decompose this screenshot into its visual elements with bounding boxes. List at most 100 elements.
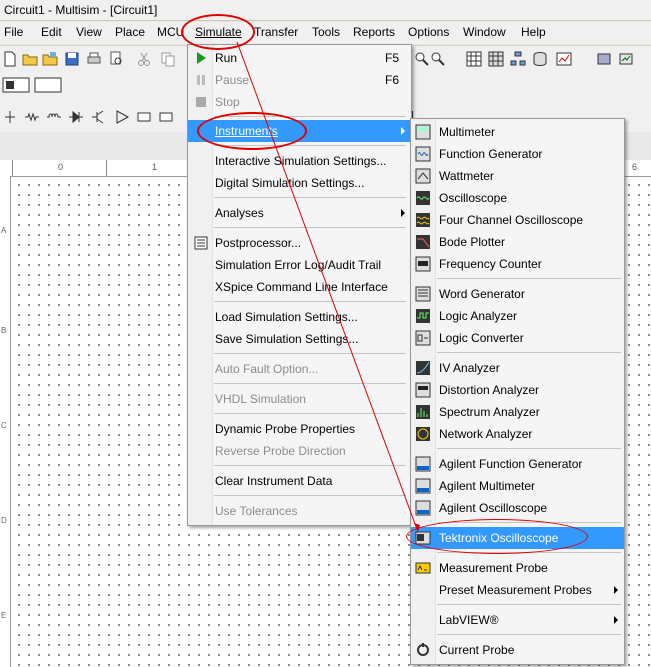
menu-item-function-generator[interactable]: Function Generator xyxy=(411,143,624,165)
separator xyxy=(214,227,406,228)
panel-toggle-icon[interactable] xyxy=(34,77,62,93)
menu-edit[interactable]: Edit xyxy=(41,25,62,39)
menu-item-vhdl[interactable]: VHDL Simulation xyxy=(188,388,411,410)
ruler-mark-1: 1 xyxy=(152,162,158,172)
menu-item-bode-plotter[interactable]: Bode Plotter xyxy=(411,231,624,253)
menu-item-error-log[interactable]: Simulation Error Log/Audit Trail xyxy=(188,254,411,276)
menu-item-logic-analyzer[interactable]: Logic Analyzer xyxy=(411,305,624,327)
save-icon[interactable] xyxy=(64,51,80,67)
open-folder-icon[interactable] xyxy=(22,51,38,67)
menu-reports[interactable]: Reports xyxy=(353,25,395,39)
print-icon[interactable] xyxy=(86,51,102,67)
menu-tools[interactable]: Tools xyxy=(312,25,340,39)
submenu-arrow-icon xyxy=(614,616,618,624)
separator xyxy=(214,197,406,198)
analog-icon[interactable] xyxy=(114,109,130,125)
separator xyxy=(437,352,621,353)
transistor-icon[interactable] xyxy=(90,109,106,125)
menu-item-spectrum-analyzer[interactable]: Spectrum Analyzer xyxy=(411,401,624,423)
menu-item-load-settings[interactable]: Load Simulation Settings... xyxy=(188,306,411,328)
component-icon[interactable] xyxy=(596,51,612,67)
resistor-icon[interactable] xyxy=(24,109,40,125)
ruler-mark-0: 0 xyxy=(58,162,64,172)
menu-item-current-probe[interactable]: Current Probe xyxy=(411,639,624,661)
menu-item-use-tolerances[interactable]: Use Tolerances xyxy=(188,500,411,522)
table-icon[interactable] xyxy=(488,51,504,67)
copy-icon[interactable] xyxy=(160,51,176,67)
cmos-icon[interactable] xyxy=(158,109,174,125)
component-toggle-icon[interactable] xyxy=(2,77,30,93)
menu-item-dynamic-probe[interactable]: Dynamic Probe Properties xyxy=(188,418,411,440)
menu-help[interactable]: Help xyxy=(521,25,546,39)
inductor-icon[interactable] xyxy=(46,109,62,125)
annotation-ellipse-instruments xyxy=(197,112,307,150)
annotation-ellipse-simulate xyxy=(181,14,255,50)
menu-item-four-channel[interactable]: Four Channel Oscilloscope xyxy=(411,209,624,231)
submenu-arrow-icon xyxy=(614,586,618,594)
grid-icon[interactable] xyxy=(466,51,482,67)
vruler-mark-b: B xyxy=(1,326,7,335)
instruments-submenu: Multimeter Function Generator Wattmeter … xyxy=(410,118,625,665)
menu-item-measurement-probe[interactable]: Measurement Probe xyxy=(411,557,624,579)
menu-item-logic-converter[interactable]: Logic Converter xyxy=(411,327,624,349)
menu-item-save-settings[interactable]: Save Simulation Settings... xyxy=(188,328,411,350)
menu-item-interactive-settings[interactable]: Interactive Simulation Settings... xyxy=(188,150,411,172)
open-design-icon[interactable] xyxy=(42,51,58,67)
menu-transfer[interactable]: Transfer xyxy=(254,25,298,39)
hierarchy-icon[interactable] xyxy=(510,51,526,67)
menu-item-distortion-analyzer[interactable]: Distortion Analyzer xyxy=(411,379,624,401)
menu-item-reverse-probe[interactable]: Reverse Probe Direction xyxy=(188,440,411,462)
menu-item-word-generator[interactable]: Word Generator xyxy=(411,283,624,305)
menu-item-analyses[interactable]: Analyses xyxy=(188,202,411,224)
frequency-counter-icon xyxy=(415,256,431,272)
run-icon xyxy=(197,52,206,64)
menu-item-pause[interactable]: Pause F6 xyxy=(188,69,411,91)
menu-item-multimeter[interactable]: Multimeter xyxy=(411,121,624,143)
new-file-icon[interactable] xyxy=(2,51,18,67)
menu-item-run[interactable]: Run F5 xyxy=(188,47,411,69)
menu-item-labview[interactable]: LabVIEW® xyxy=(411,609,624,631)
menu-options[interactable]: Options xyxy=(408,25,449,39)
menu-item-agilent-multimeter[interactable]: Agilent Multimeter xyxy=(411,475,624,497)
menu-item-xspice[interactable]: XSpice Command Line Interface xyxy=(188,276,411,298)
separator xyxy=(214,383,406,384)
menu-item-stop[interactable]: Stop xyxy=(188,91,411,113)
cut-icon[interactable] xyxy=(136,51,152,67)
menu-item-preset-probes[interactable]: Preset Measurement Probes xyxy=(411,579,624,601)
menu-item-frequency-counter[interactable]: Frequency Counter xyxy=(411,253,624,275)
annotation-ellipse-tektronix xyxy=(406,519,588,554)
separator xyxy=(214,353,406,354)
menu-item-clear-instrument[interactable]: Clear Instrument Data xyxy=(188,470,411,492)
menu-item-iv-analyzer[interactable]: IV Analyzer xyxy=(411,357,624,379)
distortion-analyzer-icon xyxy=(415,382,431,398)
oscilloscope-icon xyxy=(416,191,430,205)
menu-place[interactable]: Place xyxy=(115,25,145,39)
zoom-fit-icon[interactable] xyxy=(430,51,446,67)
agilent-multimeter-icon xyxy=(415,478,431,494)
submenu-arrow-icon xyxy=(401,209,405,217)
print-preview-icon[interactable] xyxy=(108,51,124,67)
ttl-icon[interactable] xyxy=(136,109,152,125)
menu-item-digital-settings[interactable]: Digital Simulation Settings... xyxy=(188,172,411,194)
stop-icon xyxy=(196,97,206,107)
source-icon[interactable] xyxy=(2,109,18,125)
grapher-icon[interactable] xyxy=(556,51,572,67)
menu-item-auto-fault[interactable]: Auto Fault Option... xyxy=(188,358,411,380)
menu-item-oscilloscope[interactable]: Oscilloscope xyxy=(411,187,624,209)
postprocessor-icon xyxy=(194,236,208,250)
menu-item-wattmeter[interactable]: Wattmeter xyxy=(411,165,624,187)
iv-analyzer-icon xyxy=(416,361,430,375)
database-icon[interactable] xyxy=(532,51,548,67)
menu-item-postprocessor[interactable]: Postprocessor... xyxy=(188,232,411,254)
zoom-area-icon[interactable] xyxy=(414,51,430,67)
separator xyxy=(214,413,406,414)
diode-icon[interactable] xyxy=(68,109,84,125)
menu-item-agilent-function-generator[interactable]: Agilent Function Generator xyxy=(411,453,624,475)
window-title: Circuit1 - Multisim - [Circuit1] xyxy=(4,3,158,17)
menu-window[interactable]: Window xyxy=(463,25,506,39)
menu-item-network-analyzer[interactable]: Network Analyzer xyxy=(411,423,624,445)
menu-file[interactable]: File xyxy=(4,25,23,39)
menu-view[interactable]: View xyxy=(76,25,102,39)
simulation-icon[interactable] xyxy=(618,51,634,67)
menu-item-agilent-oscilloscope[interactable]: Agilent Oscilloscope xyxy=(411,497,624,519)
